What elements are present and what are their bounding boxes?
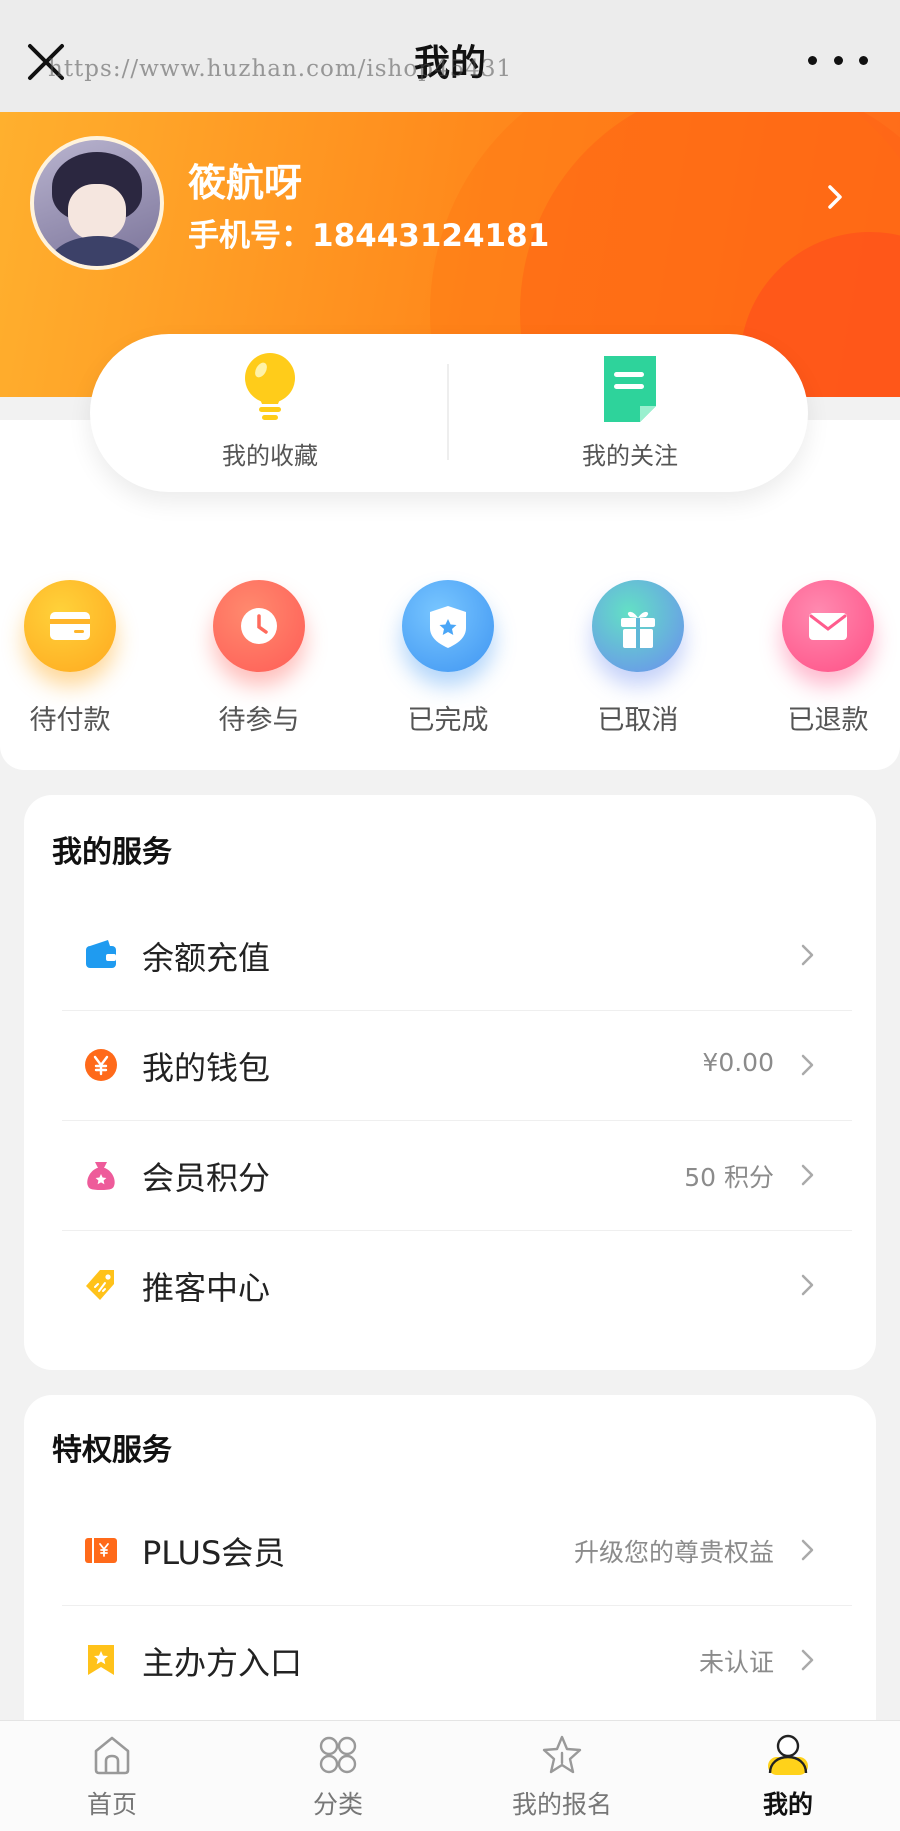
user-phone: 手机号：18443124181	[188, 218, 550, 254]
bookmark-star-icon	[88, 1645, 114, 1675]
section-title: 我的服务	[52, 835, 172, 870]
more-dot-icon	[833, 55, 843, 65]
service-row-promoter[interactable]: 推客中心	[62, 1230, 842, 1340]
order-status-label: 待付款	[29, 705, 111, 736]
document-icon	[604, 356, 656, 422]
vip-card-icon	[85, 1538, 117, 1563]
order-refunded[interactable]: 已退款	[758, 580, 898, 737]
order-pending-attend[interactable]: 待参与	[189, 580, 329, 737]
privilege-row-organizer[interactable]: 主办方入口 未认证	[62, 1605, 842, 1715]
tag-icon	[86, 1270, 114, 1300]
wallet-icon	[86, 940, 116, 968]
lightbulb-icon	[245, 353, 295, 420]
row-label: 主办方入口	[142, 1644, 303, 1682]
order-status-label: 已完成	[407, 705, 489, 736]
section-title: 特权服务	[52, 1433, 172, 1468]
star-icon	[542, 1735, 582, 1774]
more-dot-icon	[808, 55, 817, 65]
shield-star-icon	[402, 580, 494, 672]
watermark-text: https://www.huzhan.com/ishop45431	[48, 56, 513, 82]
tab-label: 首页	[86, 1790, 137, 1819]
tab-mine[interactable]: 我的	[708, 1733, 868, 1821]
gift-icon	[592, 580, 684, 672]
bottom-tab-bar: 首页 分类 我的报名 我的	[0, 1720, 900, 1831]
mail-icon	[782, 580, 874, 672]
tab-label: 分类	[312, 1790, 363, 1819]
order-cancelled[interactable]: 已取消	[568, 580, 708, 737]
chevron-right-icon	[801, 1164, 814, 1186]
service-row-points[interactable]: 会员积分 50 积分	[62, 1120, 842, 1230]
row-value: 升级您的尊贵权益	[573, 1538, 774, 1567]
order-status-label: 待参与	[218, 705, 300, 736]
order-status-label: 已取消	[597, 705, 679, 736]
favorites-card: 我的收藏 我的关注	[90, 334, 808, 492]
user-name: 筱航呀	[188, 161, 303, 205]
order-status-label: 已退款	[787, 705, 869, 736]
category-icon	[319, 1736, 357, 1774]
chevron-right-icon	[801, 1274, 814, 1296]
clock-icon	[213, 580, 305, 672]
tab-label: 我的报名	[511, 1790, 612, 1819]
member-points: 50 积分	[684, 1163, 774, 1192]
my-favorites-button[interactable]: 我的收藏	[120, 352, 420, 471]
tab-home[interactable]: 首页	[32, 1733, 192, 1821]
wallet-balance: ¥0.00	[702, 1048, 774, 1077]
my-favorites-label: 我的收藏	[222, 442, 318, 470]
chevron-right-icon	[801, 944, 814, 966]
yen-icon	[85, 1049, 117, 1081]
row-label: PLUS会员	[142, 1534, 286, 1572]
privileges-card: 特权服务 PLUS会员 升级您的尊贵权益 主办方入口 未认证	[24, 1395, 876, 1755]
more-options-button[interactable]	[808, 40, 868, 80]
chevron-right-icon	[801, 1539, 814, 1561]
home-icon	[94, 1736, 130, 1775]
my-following-label: 我的关注	[582, 442, 678, 470]
more-dot-icon	[859, 55, 868, 65]
service-row-wallet[interactable]: 我的钱包 ¥0.00	[62, 1010, 842, 1120]
avatar[interactable]	[30, 136, 164, 270]
my-following-button[interactable]: 我的关注	[480, 352, 780, 471]
divider	[447, 364, 449, 460]
row-label: 推客中心	[142, 1269, 271, 1307]
tab-my-registrations[interactable]: 我的报名	[482, 1733, 642, 1821]
chevron-right-icon	[801, 1054, 814, 1076]
card-icon	[24, 580, 116, 672]
top-nav-bar: 我的 https://www.huzhan.com/ishop45431	[0, 0, 900, 112]
chevron-right-icon	[801, 1649, 814, 1671]
row-label: 我的钱包	[142, 1049, 271, 1087]
service-row-recharge[interactable]: 余额充值	[62, 900, 842, 1010]
user-icon	[768, 1734, 808, 1775]
order-completed[interactable]: 已完成	[378, 580, 518, 737]
certification-status: 未认证	[698, 1648, 774, 1677]
row-label: 会员积分	[142, 1159, 271, 1197]
tab-category[interactable]: 分类	[258, 1733, 418, 1821]
order-pending-payment[interactable]: 待付款	[0, 580, 140, 737]
my-services-card: 我的服务 余额充值 我的钱包 ¥0.00 会员积分 50 积分 推客中心	[24, 795, 876, 1370]
moneybag-icon	[87, 1162, 115, 1190]
row-label: 余额充值	[142, 939, 271, 977]
tab-label: 我的	[762, 1790, 813, 1819]
privilege-row-plus[interactable]: PLUS会员 升级您的尊贵权益	[62, 1495, 842, 1605]
chevron-right-icon[interactable]	[820, 182, 850, 212]
